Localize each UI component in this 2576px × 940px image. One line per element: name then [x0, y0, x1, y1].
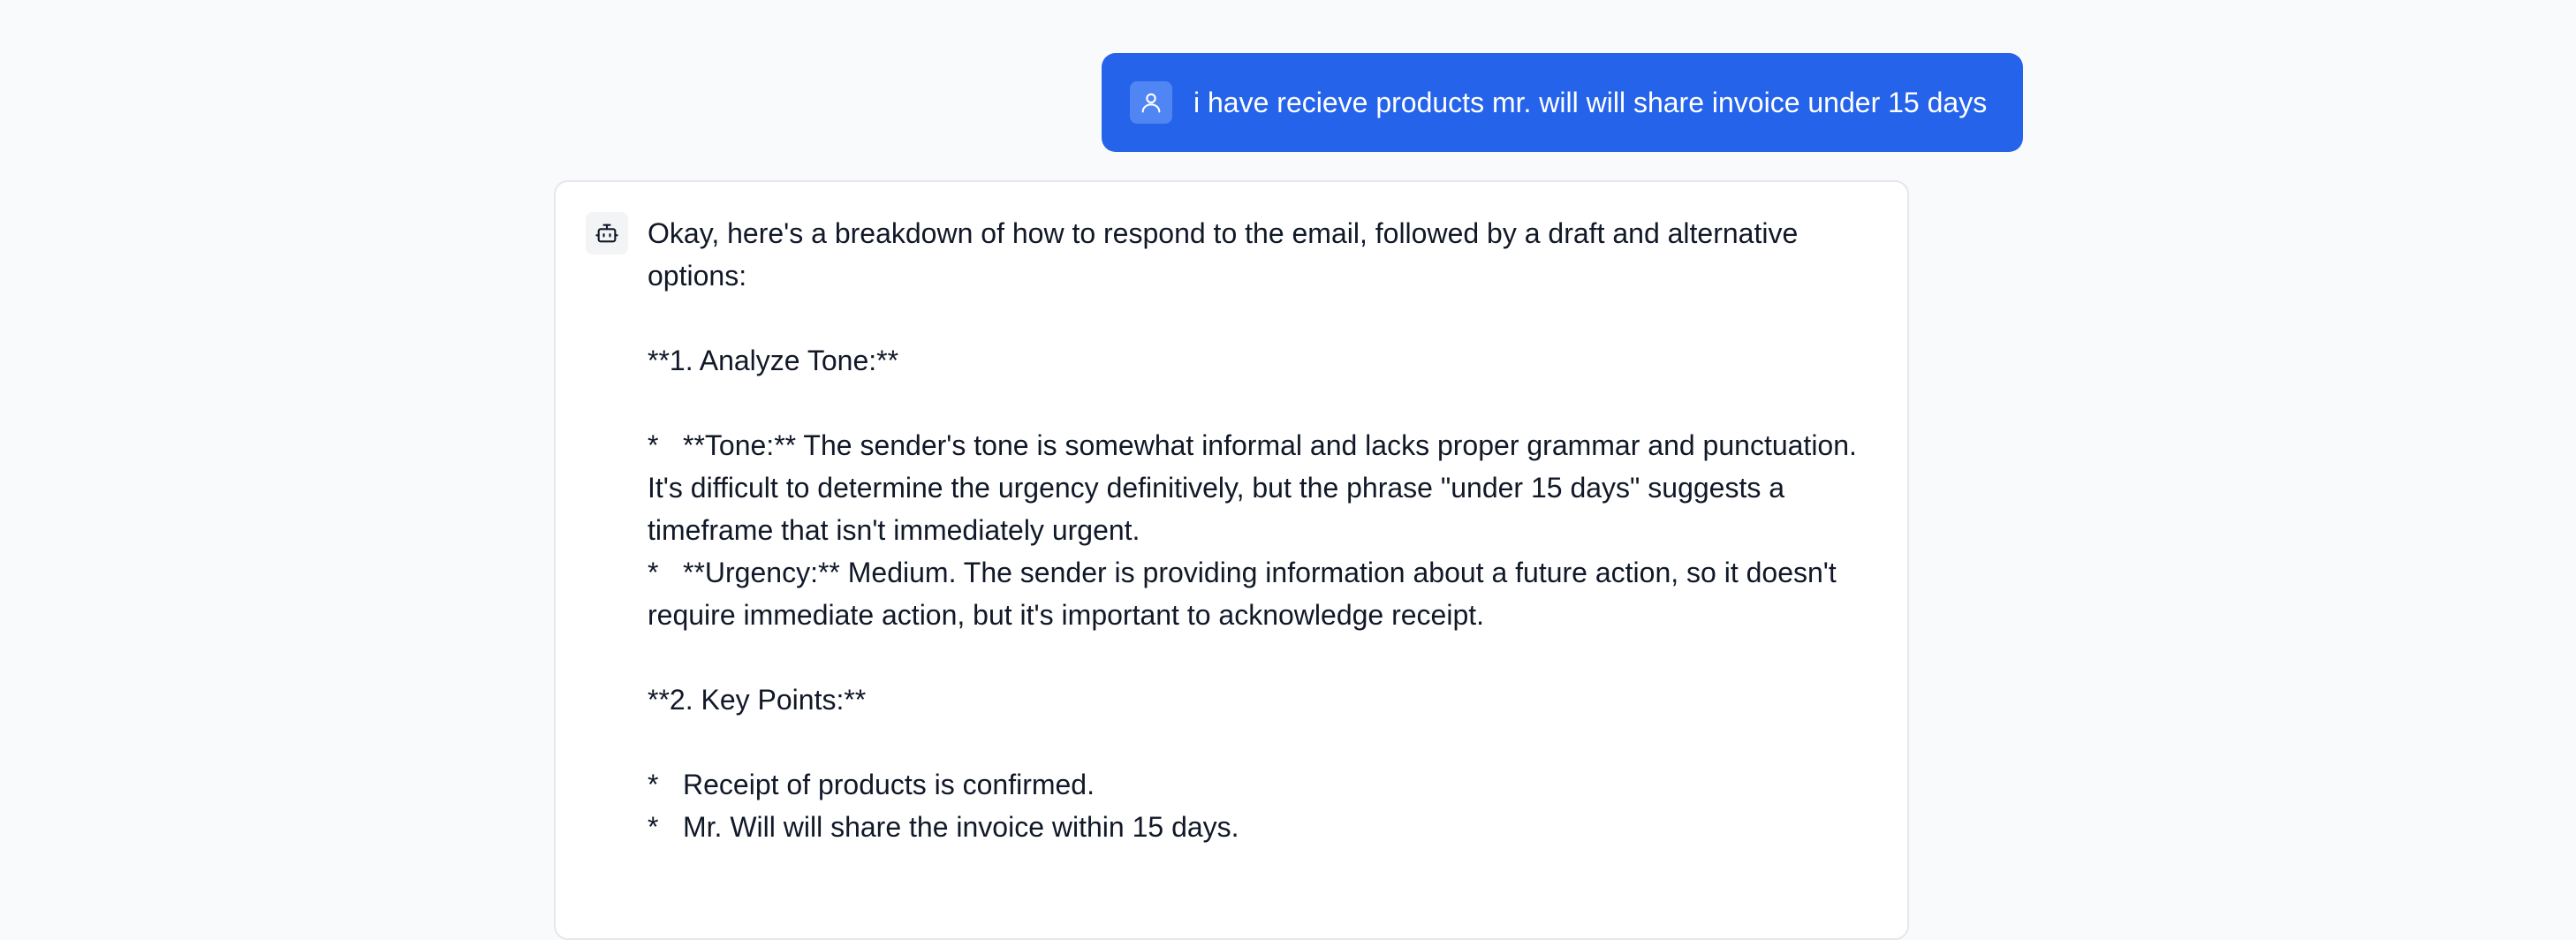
section-heading-tone: **1. Analyze Tone:** — [648, 345, 899, 376]
assistant-intro: Okay, here's a breakdown of how to respo… — [648, 217, 1799, 292]
bot-icon — [586, 212, 628, 254]
assistant-message-card: Okay, here's a breakdown of how to respo… — [554, 180, 1909, 940]
bullet-mark: * — [648, 429, 659, 461]
user-message-bubble: i have recieve products mr. will will sh… — [1102, 53, 2023, 152]
bullet-mark: * — [648, 769, 659, 800]
bullet-item-invoice: * Mr. Will will share the invoice within … — [648, 806, 1884, 848]
user-message-text: i have recieve products mr. will will sh… — [1193, 87, 1988, 118]
bullet-item-urgency: * **Urgency:** Medium. The sender is prov… — [648, 551, 1884, 636]
section-heading-key-points: **2. Key Points:** — [648, 684, 867, 716]
bullet-text: Mr. Will will share the invoice within 1… — [683, 811, 1239, 843]
bullet-text: Receipt of products is confirmed. — [683, 769, 1095, 800]
bullet-mark: * — [648, 557, 659, 588]
assistant-message-text: Okay, here's a breakdown of how to respo… — [648, 212, 1884, 848]
chat-window: i have recieve products mr. will will sh… — [0, 0, 2576, 940]
bullet-mark: * — [648, 811, 659, 843]
bullet-item-tone: * **Tone:** The sender's tone is somewhat… — [648, 424, 1884, 551]
bullet-text: **Tone:** The sender's tone is somewhat … — [648, 429, 1857, 546]
bullet-text: **Urgency:** Medium. The sender is provi… — [648, 557, 1837, 631]
user-icon — [1130, 81, 1172, 124]
bullet-item-receipt: * Receipt of products is confirmed. — [648, 763, 1884, 806]
